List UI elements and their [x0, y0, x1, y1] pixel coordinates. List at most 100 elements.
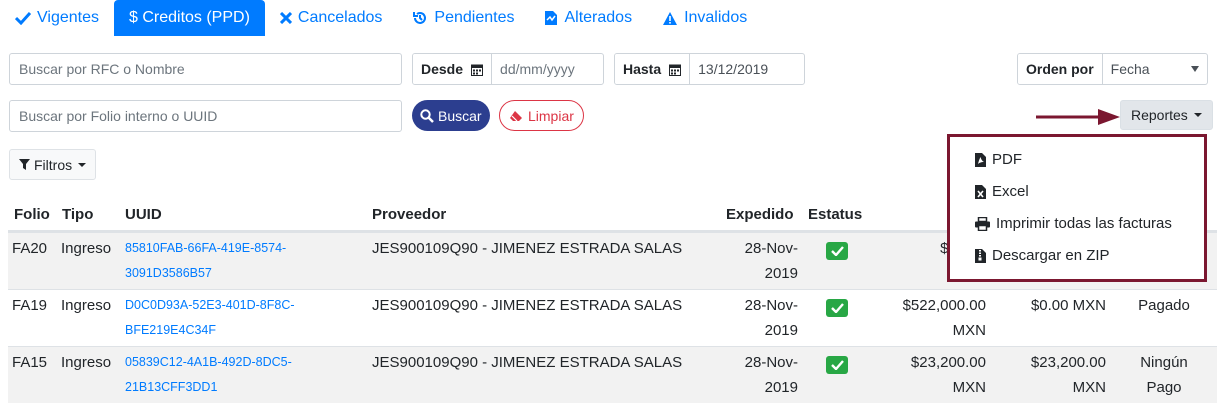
cell-proveedor: JES900109Q90 - JIMENEZ ESTRADA SALAS [372, 354, 683, 371]
tab-label: Alterados [564, 9, 633, 26]
history-icon [413, 12, 427, 24]
uuid-line-1: 85810FAB-66FA-419E-8574- [125, 241, 287, 255]
tab-label: Cancelados [297, 9, 383, 26]
reportes-button[interactable]: Reportes [1120, 100, 1213, 130]
monto-line-1: $23,200.00 [910, 354, 986, 371]
buscar-button[interactable]: Buscar [412, 100, 490, 131]
desde-value: dd/mm/yyyy [500, 61, 575, 77]
folio-placeholder: Buscar por Folio interno o UUID [19, 108, 218, 124]
file-zip-icon [975, 248, 986, 263]
chevron-down-icon [1191, 66, 1199, 72]
filtros-button[interactable]: Filtros [9, 149, 97, 180]
saldo-line-1: $0.00 MXN [1030, 297, 1106, 314]
caret-down-icon [78, 162, 87, 167]
cell-estado: Ningún Pago [1118, 350, 1210, 400]
menu-item-pdf[interactable]: PDF [975, 151, 1022, 168]
status-badge [826, 356, 848, 374]
menu-item-excel[interactable]: Excel [975, 183, 1029, 200]
status-badge [826, 242, 848, 260]
cell-saldo: $23,200.00 MXN [998, 350, 1106, 400]
folio-search-input[interactable]: Buscar por Folio interno o UUID [9, 100, 402, 132]
expedido-line-1: 28-Nov- [744, 297, 798, 314]
cell-tipo: Ingreso [61, 354, 112, 371]
menu-item-label: Descargar en ZIP [992, 247, 1110, 264]
uuid-line-2: 21B13CFF3DD1 [125, 380, 218, 394]
cell-saldo: $0.00 MXN [998, 293, 1106, 318]
tab-vigentes[interactable]: Vigentes [0, 0, 114, 36]
orden-addon: Orden por [1018, 54, 1103, 84]
hasta-date-field[interactable]: Hasta 13/12/2019 [614, 53, 805, 85]
desde-date-field[interactable]: Desde dd/mm/yyyy [412, 53, 604, 85]
print-icon [975, 216, 990, 231]
cell-expedido: 28-Nov- 2019 [726, 350, 798, 400]
rfc-search-input[interactable]: Buscar por RFC o Nombre [9, 53, 402, 85]
tab-alterados[interactable]: Alterados [529, 0, 647, 36]
warning-icon [663, 11, 678, 25]
uuid-line-2: 3091D3586B57 [125, 266, 212, 280]
file-excel-icon [975, 184, 986, 199]
header-uuid: UUID [125, 206, 162, 223]
uuid-line-2: BFE219E4C34F [125, 323, 217, 337]
limpiar-button[interactable]: Limpiar [499, 100, 584, 131]
desde-addon: Desde [413, 54, 493, 84]
expedido-line-1: 28-Nov- [744, 240, 798, 257]
rfc-placeholder: Buscar por RFC o Nombre [19, 61, 185, 77]
monto-line-1: $522,000.00 [902, 297, 986, 314]
check-icon [15, 11, 31, 25]
menu-item-zip[interactable]: Descargar en ZIP [975, 247, 1110, 264]
table-row[interactable]: FA15 Ingreso 05839C12-4A1B-492D-8DC5- 21… [8, 346, 1217, 403]
file-alert-icon [545, 11, 558, 25]
tab-label: Pendientes [434, 9, 515, 26]
cell-uuid[interactable]: 05839C12-4A1B-492D-8DC5- 21B13CFF3DD1 [125, 350, 325, 400]
annotation-arrow-icon [1036, 109, 1120, 125]
monto-line-2: MXN [952, 322, 986, 339]
saldo-line-2: MXN [1072, 379, 1106, 396]
orden-value: Fecha [1110, 61, 1150, 77]
uuid-line-1: 05839C12-4A1B-492D-8DC5- [125, 355, 292, 369]
cell-expedido: 28-Nov- 2019 [726, 236, 798, 286]
tab-label: $ Creditos (PPD) [128, 9, 250, 26]
orden-select[interactable]: Orden por Fecha [1017, 53, 1208, 85]
estado-line-1: Pagado [1138, 297, 1190, 314]
estado-line-1: Ningún [1140, 354, 1188, 371]
menu-item-label: Excel [992, 183, 1029, 200]
cell-monto: $522,000.00 MXN [878, 293, 986, 343]
check-icon [830, 246, 844, 256]
cell-expedido: 28-Nov- 2019 [726, 293, 798, 343]
tab-label: Vigentes [37, 9, 99, 26]
search-icon [420, 108, 434, 123]
calendar-icon [669, 64, 682, 76]
expedido-line-2: 2019 [764, 379, 798, 396]
orden-value-wrap: Fecha [1103, 54, 1207, 84]
limpiar-label: Limpiar [528, 107, 574, 124]
menu-item-label: Imprimir todas las facturas [996, 215, 1172, 232]
menu-item-imprimir[interactable]: Imprimir todas las facturas [975, 215, 1172, 232]
cell-folio: FA15 [12, 354, 48, 371]
reportes-label: Reportes [1131, 107, 1188, 123]
cell-proveedor: JES900109Q90 - JIMENEZ ESTRADA SALAS [372, 297, 683, 314]
header-tipo: Tipo [62, 206, 94, 223]
header-folio: Folio [14, 206, 50, 223]
table-row[interactable]: FA19 Ingreso D0C0D93A-52E3-401D-8F8C- BF… [8, 289, 1217, 346]
cell-tipo: Ingreso [61, 240, 112, 257]
tab-cancelados[interactable]: Cancelados [265, 0, 398, 36]
tab-invalidos[interactable]: Invalidos [647, 0, 762, 36]
orden-label: Orden por [1026, 61, 1094, 77]
saldo-line-1: $23,200.00 [1030, 354, 1106, 371]
estado-line-2: Pago [1146, 379, 1182, 396]
expedido-line-1: 28-Nov- [744, 354, 798, 371]
tab-pendientes[interactable]: Pendientes [397, 0, 529, 36]
filter-icon [19, 159, 30, 170]
tab-bar: Vigentes $ Creditos (PPD) Cancelados Pen… [0, 0, 762, 36]
hasta-addon: Hasta [615, 54, 691, 84]
cell-monto: $23,200.00 MXN [878, 350, 986, 400]
tab-creditos[interactable]: $ Creditos (PPD) [113, 0, 265, 36]
caret-down-icon [1193, 113, 1202, 117]
cell-uuid[interactable]: D0C0D93A-52E3-401D-8F8C- BFE219E4C34F [125, 293, 325, 343]
cell-uuid[interactable]: 85810FAB-66FA-419E-8574- 3091D3586B57 [125, 236, 325, 286]
cell-folio: FA19 [12, 297, 48, 314]
buscar-label: Buscar [438, 107, 482, 124]
cell-proveedor: JES900109Q90 - JIMENEZ ESTRADA SALAS [372, 240, 683, 257]
calendar-icon [471, 64, 484, 76]
check-icon [830, 360, 844, 370]
